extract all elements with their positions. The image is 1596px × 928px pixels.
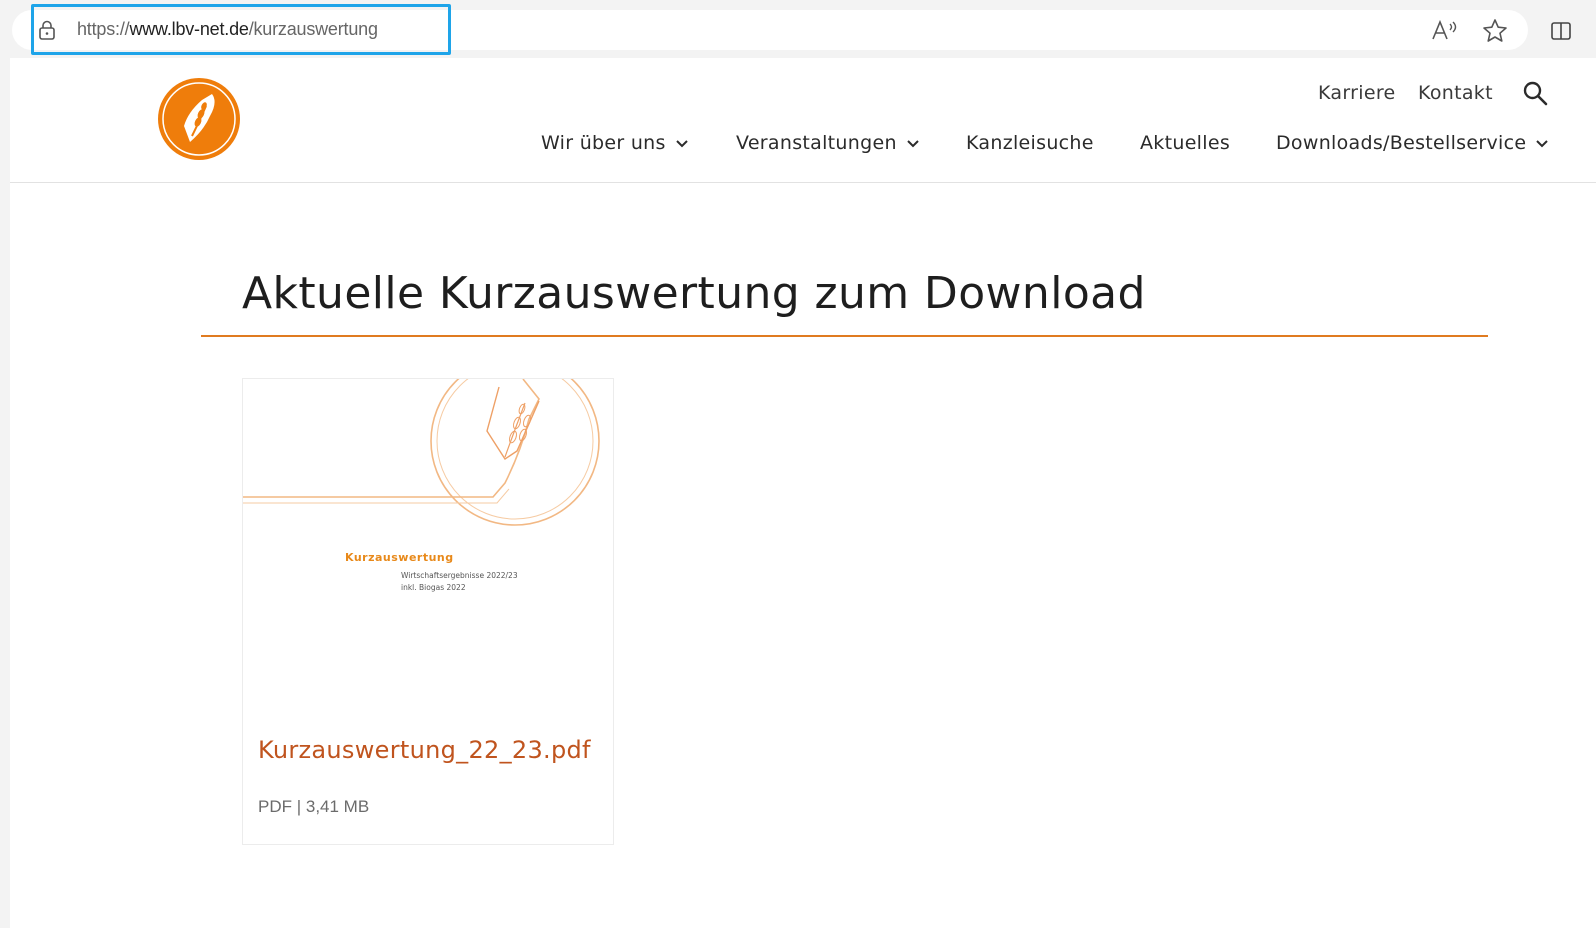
split-screen-icon[interactable] xyxy=(1550,20,1572,42)
nav-item-downloads-bestellservice[interactable]: Downloads/Bestellservice xyxy=(1276,132,1549,154)
nav-item-kanzleisuche[interactable]: Kanzleisuche xyxy=(966,132,1094,154)
thumbnail-title: Kurzauswertung xyxy=(345,551,454,564)
nav-item-label: Downloads/Bestellservice xyxy=(1276,132,1527,154)
star-icon[interactable] xyxy=(1482,18,1508,44)
pdf-thumbnail[interactable]: Kurzauswertung Wirtschaftsergebnisse 202… xyxy=(243,379,613,709)
nav-item-label: Kanzleisuche xyxy=(966,132,1094,154)
page-title: Aktuelle Kurzauswertung zum Download xyxy=(242,268,1146,319)
lbv-pen-wheat-logo[interactable] xyxy=(156,76,242,162)
file-meta: PDF | 3,41 MB xyxy=(258,797,370,816)
top-link-karriere[interactable]: Karriere xyxy=(1318,82,1396,104)
download-file-link[interactable]: Kurzauswertung_22_23.pdf xyxy=(258,736,591,764)
nav-item-label: Veranstaltungen xyxy=(736,132,897,154)
top-link-kontakt[interactable]: Kontakt xyxy=(1418,82,1493,104)
thumbnail-subtitle-2: inkl. Biogas 2022 xyxy=(401,583,466,592)
chevron-down-icon xyxy=(907,139,919,147)
pdf-cover-graphic xyxy=(243,379,600,526)
browser-toolbar: https://www.lbv-net.de/kurzauswertung xyxy=(0,0,1596,58)
read-aloud-icon[interactable] xyxy=(1430,18,1458,42)
nav-item-veranstaltungen[interactable]: Veranstaltungen xyxy=(736,132,919,154)
search-icon[interactable] xyxy=(1522,80,1548,106)
url-highlight-box xyxy=(31,4,451,55)
nav-item-aktuelles[interactable]: Aktuelles xyxy=(1140,132,1230,154)
nav-item-wir-ueber-uns[interactable]: Wir über uns xyxy=(541,132,688,154)
chevron-down-icon xyxy=(676,139,688,147)
download-card[interactable]: Kurzauswertung Wirtschaftsergebnisse 202… xyxy=(242,378,614,845)
title-divider xyxy=(201,335,1488,337)
site-header: Karriere Kontakt Wir über uns Veranstalt… xyxy=(10,58,1596,183)
nav-item-label: Aktuelles xyxy=(1140,132,1231,154)
chevron-down-icon xyxy=(1536,139,1549,147)
web-page: Karriere Kontakt Wir über uns Veranstalt… xyxy=(10,58,1596,928)
nav-item-label: Wir über uns xyxy=(541,132,666,154)
thumbnail-subtitle-1: Wirtschaftsergebnisse 2022/23 xyxy=(401,571,518,580)
